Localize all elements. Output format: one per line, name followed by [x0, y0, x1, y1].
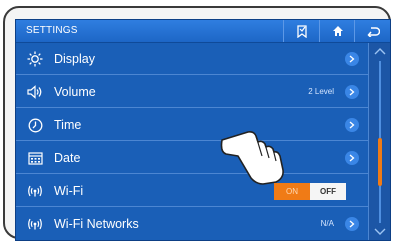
home-button[interactable]	[319, 20, 356, 42]
chevron-right-icon	[345, 217, 359, 231]
wifi-icon	[26, 215, 44, 233]
settings-item-wifi-networks[interactable]: Wi-Fi Networks N/A	[16, 208, 368, 240]
chevron-right-icon	[345, 151, 359, 165]
home-icon	[333, 26, 343, 36]
wifi-networks-value: N/A	[320, 219, 334, 228]
favorite-button[interactable]	[283, 20, 320, 42]
volume-label: Volume	[54, 85, 96, 99]
back-button[interactable]	[354, 20, 390, 42]
wifi-networks-label: Wi-Fi Networks	[54, 217, 139, 231]
page-title: SETTINGS	[26, 25, 78, 36]
settings-item-display[interactable]: Display	[16, 43, 368, 75]
settings-item-time[interactable]: Time	[16, 109, 368, 141]
device-frame: SETTINGS Display Volume 2 Level Time Dat…	[3, 6, 391, 241]
time-label: Time	[54, 118, 82, 132]
calendar-icon	[26, 149, 44, 167]
settings-item-date[interactable]: Date	[16, 142, 368, 174]
chevron-right-icon	[345, 118, 359, 132]
wifi-toggle-off[interactable]: OFF	[310, 183, 346, 200]
settings-screen: SETTINGS Display Volume 2 Level Time Dat…	[15, 19, 391, 241]
clock-icon	[26, 116, 44, 134]
back-icon	[366, 26, 380, 37]
pointing-hand-icon	[220, 131, 284, 185]
settings-item-volume[interactable]: Volume 2 Level	[16, 76, 368, 108]
chevron-right-icon	[345, 52, 359, 66]
header-bar: SETTINGS	[16, 20, 390, 43]
scroll-down-icon[interactable]	[374, 228, 386, 236]
wifi-icon	[26, 182, 44, 200]
speaker-icon	[26, 83, 44, 101]
brightness-icon	[26, 50, 44, 68]
scroll-up-icon[interactable]	[374, 47, 386, 55]
display-label: Display	[54, 52, 95, 66]
bookmark-icon	[297, 24, 307, 38]
volume-value: 2 Level	[308, 87, 334, 96]
chevron-right-icon	[345, 85, 359, 99]
date-label: Date	[54, 151, 81, 165]
settings-item-wifi: Wi-Fi ON OFF	[16, 175, 368, 207]
wifi-label: Wi-Fi	[54, 184, 84, 198]
scrollbar[interactable]	[368, 43, 390, 240]
scroll-thumb[interactable]	[378, 138, 382, 186]
